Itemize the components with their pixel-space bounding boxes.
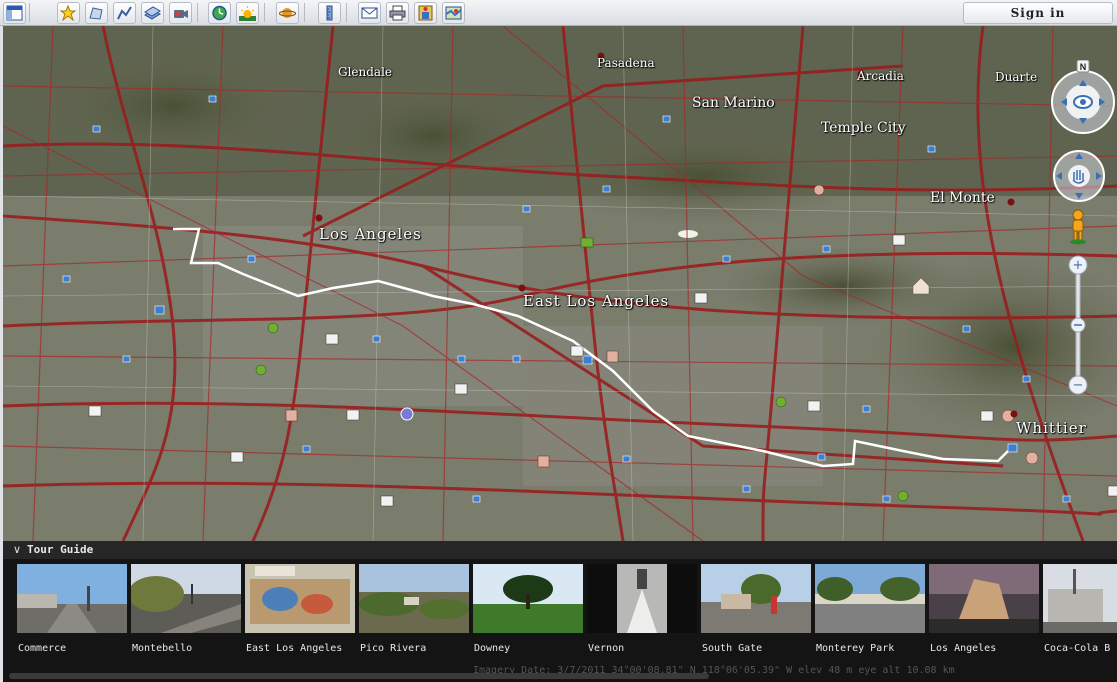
tour-guide-panel: ∨ Tour Guide Commerce Montebello East Lo… (3, 541, 1117, 682)
tour-item-label[interactable]: South Gate (702, 643, 816, 654)
view-in-maps-button[interactable] (442, 2, 465, 24)
tour-thumbnail[interactable] (929, 564, 1039, 633)
sign-in-button[interactable]: Sign in (963, 2, 1113, 24)
tour-item-label[interactable]: Coca-Cola B (1044, 643, 1117, 654)
tour-item-label[interactable]: Montebello (132, 643, 246, 654)
place-label: Whittier (1016, 419, 1087, 437)
tour-thumbnail[interactable] (131, 564, 241, 633)
ruler-button[interactable] (318, 2, 341, 24)
toolbar-separator (346, 3, 347, 22)
sidebar-toggle-button[interactable] (3, 2, 26, 24)
tour-item-label[interactable]: East Los Angeles (246, 643, 360, 654)
place-label: Glendale (338, 65, 393, 79)
sunlight-button[interactable] (236, 2, 259, 24)
tour-thumbnail[interactable] (245, 564, 355, 633)
tour-thumbnail[interactable] (17, 564, 127, 633)
place-label: Duarte (995, 70, 1038, 84)
planet-icon (278, 8, 297, 18)
maps-icon (445, 6, 462, 20)
place-label: Pasadena (597, 56, 655, 70)
place-label: East Los Angeles (523, 292, 670, 310)
save-image-button[interactable] (414, 2, 437, 24)
record-icon (174, 10, 188, 18)
toolbar-separator (29, 3, 30, 22)
tour-item-label[interactable]: Downey (474, 643, 588, 654)
tour-thumbnail[interactable] (359, 564, 469, 633)
sun-icon (239, 6, 256, 21)
print-icon (389, 5, 406, 21)
overlay-icon (144, 6, 161, 20)
street-view-pegman-icon[interactable] (1067, 209, 1089, 245)
tour-thumbnail[interactable] (473, 564, 583, 633)
tour-thumbnail[interactable] (701, 564, 811, 633)
email-icon (361, 7, 378, 19)
switch-planet-button[interactable] (276, 2, 299, 24)
toolbar: Sign in (0, 0, 1117, 26)
tour-thumbnail[interactable] (587, 564, 697, 633)
add-placemark-button[interactable] (57, 2, 80, 24)
historical-imagery-button[interactable] (208, 2, 231, 24)
collapse-chevron-icon[interactable]: ∨ (13, 543, 21, 556)
toolbar-separator (304, 3, 305, 22)
tour-thumbnail[interactable] (1043, 564, 1117, 633)
clock-icon (212, 5, 227, 21)
pan-control[interactable] (1051, 148, 1107, 204)
polygon-icon (89, 7, 103, 20)
toolbar-separator (264, 3, 265, 22)
sidebar-icon (6, 5, 23, 21)
place-label: Arcadia (857, 69, 904, 83)
tour-guide-title: Tour Guide (27, 543, 94, 556)
zoom-slider[interactable]: + − (1067, 254, 1089, 404)
tour-item-label[interactable]: Monterey Park (816, 643, 930, 654)
tour-thumbnail[interactable] (815, 564, 925, 633)
toolbar-separator (197, 3, 198, 22)
compass-control[interactable]: N (1049, 60, 1117, 140)
zoom-out-icon[interactable]: − (1073, 378, 1084, 393)
placemark-icon (59, 4, 77, 22)
print-button[interactable] (386, 2, 409, 24)
north-indicator[interactable]: N (1080, 62, 1087, 72)
add-image-overlay-button[interactable] (141, 2, 164, 24)
place-label: San Marino (692, 95, 775, 111)
email-button[interactable] (358, 2, 381, 24)
ruler-icon (326, 5, 333, 21)
add-path-button[interactable] (113, 2, 136, 24)
add-polygon-button[interactable] (85, 2, 108, 24)
tour-item-label[interactable]: Pico Rivera (360, 643, 474, 654)
path-icon (117, 6, 132, 20)
satellite-imagery (3, 26, 1117, 541)
record-tour-button[interactable] (169, 2, 192, 24)
tour-item-label[interactable]: Vernon (588, 643, 702, 654)
tour-scrollbar[interactable] (9, 673, 709, 679)
map-view[interactable]: Glendale Pasadena Arcadia Duarte San Mar… (3, 26, 1117, 541)
tour-guide-header[interactable]: ∨ Tour Guide (3, 541, 1117, 559)
zoom-in-icon[interactable]: + (1073, 258, 1084, 273)
place-label: Temple City (821, 120, 906, 136)
place-label: Los Angeles (319, 225, 422, 243)
place-label: El Monte (930, 190, 995, 206)
save-icon (418, 5, 433, 21)
tour-item-label[interactable]: Commerce (18, 643, 132, 654)
tour-item-label[interactable]: Los Angeles (930, 643, 1044, 654)
